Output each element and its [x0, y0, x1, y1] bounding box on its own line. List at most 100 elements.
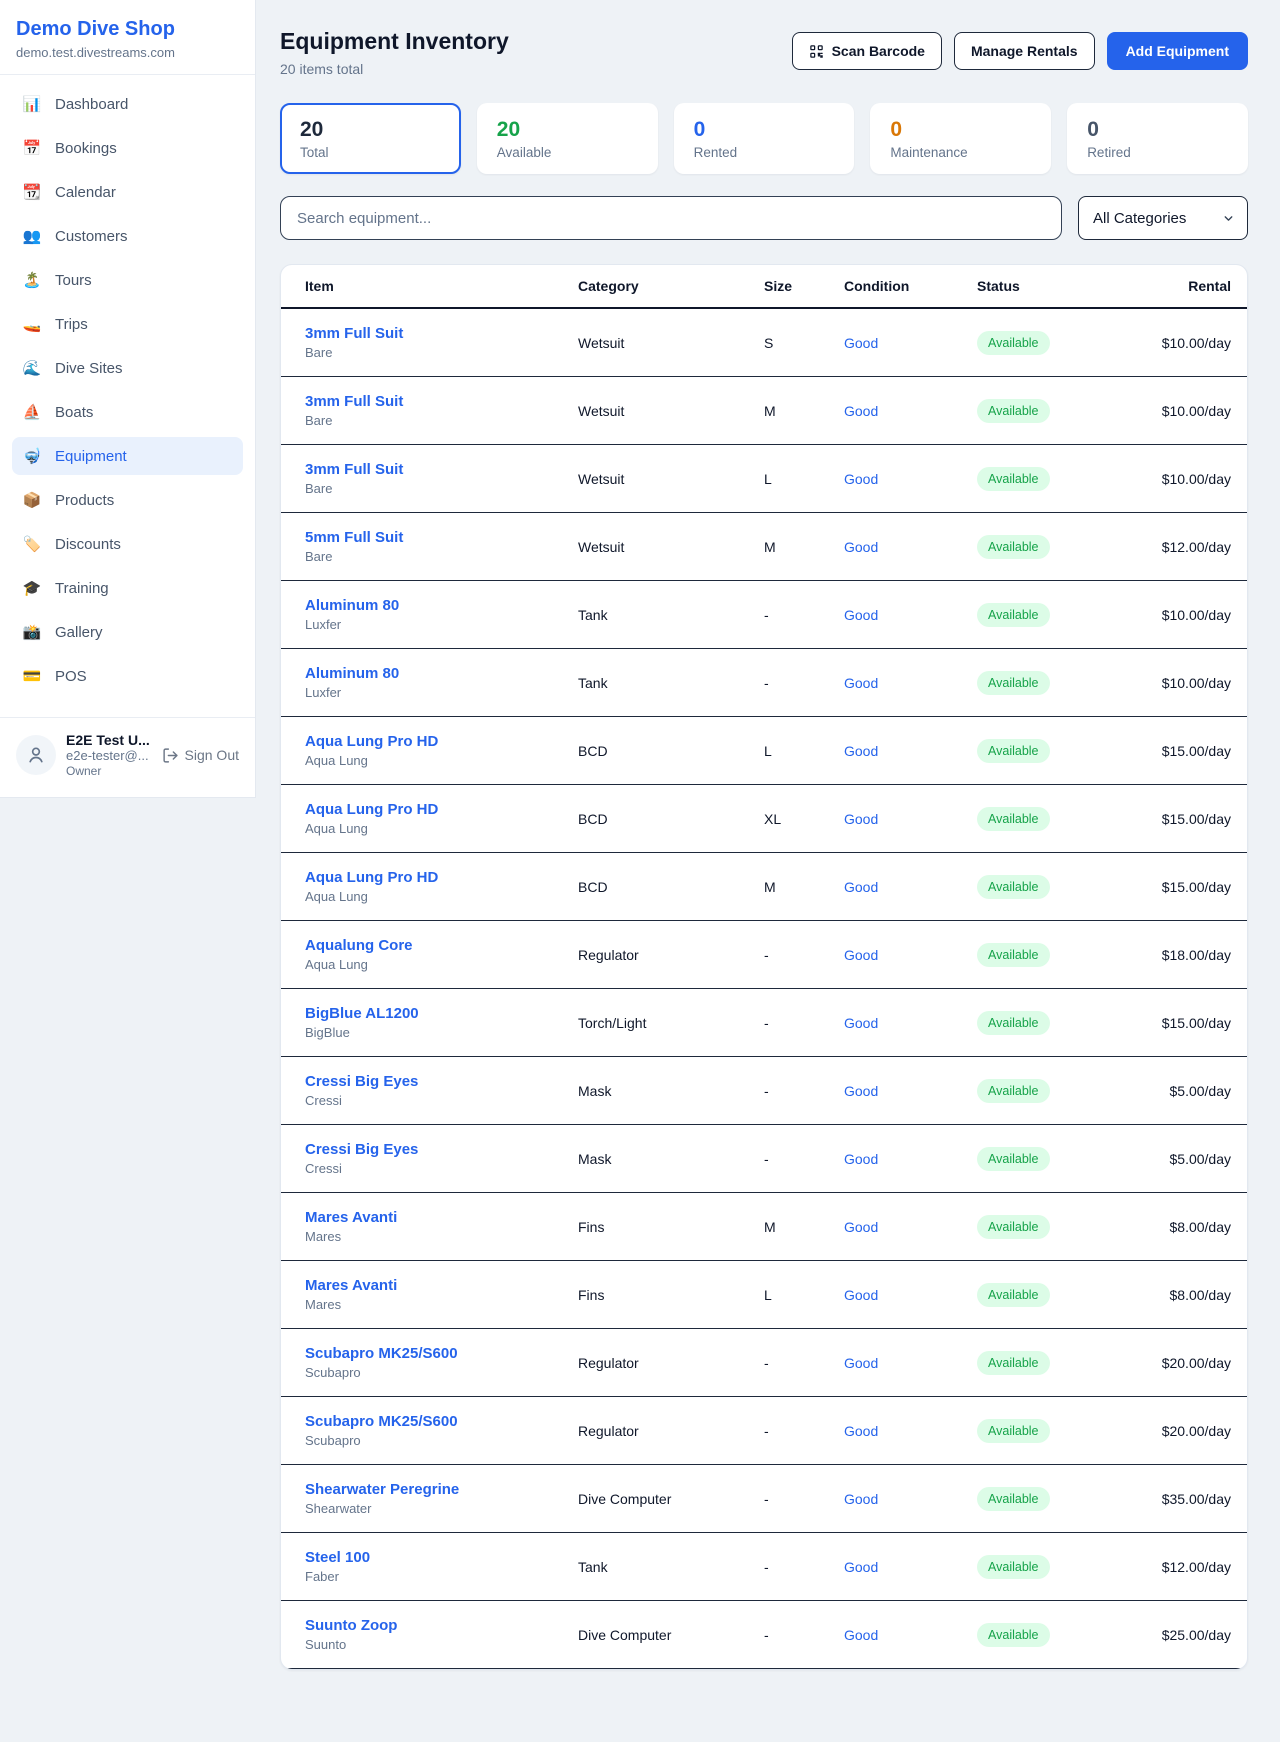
item-cell: Aqua Lung Pro HD Aqua Lung — [305, 869, 578, 904]
condition-link[interactable]: Good — [844, 675, 878, 691]
item-link[interactable]: Mares Avanti — [305, 1277, 397, 1294]
user-role: Owner — [66, 764, 152, 778]
item-link[interactable]: Aluminum 80 — [305, 665, 399, 682]
sidebar-item-discounts[interactable]: 🏷️ Discounts — [12, 525, 243, 563]
item-link[interactable]: Cressi Big Eyes — [305, 1073, 418, 1090]
stat-card-maintenance[interactable]: 0 Maintenance — [870, 103, 1051, 174]
item-link[interactable]: Scubapro MK25/S600 — [305, 1413, 458, 1430]
user-meta: E2E Test U... e2e-tester@... Owner — [66, 732, 152, 778]
item-cell: Shearwater Peregrine Shearwater — [305, 1481, 578, 1516]
sidebar-item-trips[interactable]: 🚤 Trips — [12, 305, 243, 343]
item-brand: Bare — [305, 549, 578, 564]
category-select[interactable]: All Categories — [1078, 196, 1248, 240]
stat-card-rented[interactable]: 0 Rented — [674, 103, 855, 174]
table-row: Aqua Lung Pro HD Aqua Lung BCD XL Good A… — [281, 785, 1247, 853]
stat-label: Total — [300, 145, 441, 160]
item-link[interactable]: 3mm Full Suit — [305, 325, 403, 342]
condition-link[interactable]: Good — [844, 403, 878, 419]
table-row: Mares Avanti Mares Fins L Good Available… — [281, 1261, 1247, 1329]
item-link[interactable]: 3mm Full Suit — [305, 461, 403, 478]
item-link[interactable]: 3mm Full Suit — [305, 393, 403, 410]
stat-value: 0 — [1087, 118, 1228, 142]
col-category: Category — [578, 278, 764, 294]
condition-link[interactable]: Good — [844, 471, 878, 487]
sidebar-item-customers[interactable]: 👥 Customers — [12, 217, 243, 255]
item-brand: BigBlue — [305, 1025, 578, 1040]
sidebar-item-bookings[interactable]: 📅 Bookings — [12, 129, 243, 167]
item-link[interactable]: Aqua Lung Pro HD — [305, 801, 438, 818]
condition-link[interactable]: Good — [844, 1083, 878, 1099]
table-row: Mares Avanti Mares Fins M Good Available… — [281, 1193, 1247, 1261]
rental-cell: $10.00/day — [1127, 471, 1231, 487]
condition-link[interactable]: Good — [844, 1151, 878, 1167]
item-cell: BigBlue AL1200 BigBlue — [305, 1005, 578, 1040]
rental-cell: $20.00/day — [1127, 1355, 1231, 1371]
condition-link[interactable]: Good — [844, 743, 878, 759]
item-brand: Luxfer — [305, 617, 578, 632]
condition-link[interactable]: Good — [844, 1287, 878, 1303]
item-link[interactable]: Shearwater Peregrine — [305, 1481, 459, 1498]
condition-cell: Good — [844, 1423, 977, 1439]
sidebar-item-dashboard[interactable]: 📊 Dashboard — [12, 85, 243, 123]
sidebar-item-calendar[interactable]: 📆 Calendar — [12, 173, 243, 211]
item-link[interactable]: Mares Avanti — [305, 1209, 397, 1226]
condition-link[interactable]: Good — [844, 539, 878, 555]
condition-cell: Good — [844, 1083, 977, 1099]
item-link[interactable]: 5mm Full Suit — [305, 529, 403, 546]
condition-link[interactable]: Good — [844, 947, 878, 963]
table-row: Aluminum 80 Luxfer Tank - Good Available… — [281, 581, 1247, 649]
size-cell: XL — [764, 811, 844, 827]
item-link[interactable]: Suunto Zoop — [305, 1617, 397, 1634]
condition-link[interactable]: Good — [844, 1627, 878, 1643]
sidebar-item-equipment[interactable]: 🤿 Equipment — [12, 437, 243, 475]
search-input[interactable] — [280, 196, 1062, 240]
stat-card-available[interactable]: 20 Available — [477, 103, 658, 174]
item-link[interactable]: Steel 100 — [305, 1549, 370, 1566]
condition-link[interactable]: Good — [844, 1559, 878, 1575]
item-link[interactable]: BigBlue AL1200 — [305, 1005, 419, 1022]
sidebar-item-pos[interactable]: 💳 POS — [12, 657, 243, 695]
add-equipment-button[interactable]: Add Equipment — [1107, 32, 1248, 70]
item-link[interactable]: Cressi Big Eyes — [305, 1141, 418, 1158]
size-cell: - — [764, 607, 844, 623]
stat-label: Retired — [1087, 145, 1228, 160]
item-brand: Aqua Lung — [305, 821, 578, 836]
condition-link[interactable]: Good — [844, 1491, 878, 1507]
condition-link[interactable]: Good — [844, 1219, 878, 1235]
item-link[interactable]: Aluminum 80 — [305, 597, 399, 614]
rental-cell: $12.00/day — [1127, 1559, 1231, 1575]
condition-link[interactable]: Good — [844, 811, 878, 827]
item-cell: Suunto Zoop Suunto — [305, 1617, 578, 1652]
stat-card-total[interactable]: 20 Total — [280, 103, 461, 174]
size-cell: L — [764, 743, 844, 759]
sidebar-item-products[interactable]: 📦 Products — [12, 481, 243, 519]
item-link[interactable]: Aqua Lung Pro HD — [305, 869, 438, 886]
condition-link[interactable]: Good — [844, 1423, 878, 1439]
sign-out-button[interactable]: Sign Out — [162, 747, 239, 764]
stat-card-retired[interactable]: 0 Retired — [1067, 103, 1248, 174]
scan-barcode-button[interactable]: Scan Barcode — [792, 32, 942, 70]
category-cell: Dive Computer — [578, 1491, 764, 1507]
manage-rentals-button[interactable]: Manage Rentals — [954, 32, 1095, 70]
item-brand: Aqua Lung — [305, 889, 578, 904]
condition-link[interactable]: Good — [844, 335, 878, 351]
item-link[interactable]: Aqua Lung Pro HD — [305, 733, 438, 750]
condition-link[interactable]: Good — [844, 1015, 878, 1031]
rental-cell: $10.00/day — [1127, 403, 1231, 419]
table-row: 5mm Full Suit Bare Wetsuit M Good Availa… — [281, 513, 1247, 581]
item-cell: Aqua Lung Pro HD Aqua Lung — [305, 733, 578, 768]
item-link[interactable]: Scubapro MK25/S600 — [305, 1345, 458, 1362]
item-link[interactable]: Aqualung Core — [305, 937, 413, 954]
sidebar-item-boats[interactable]: ⛵ Boats — [12, 393, 243, 431]
condition-link[interactable]: Good — [844, 607, 878, 623]
status-cell: Available — [977, 1079, 1127, 1103]
nav-icon: 🏝️ — [22, 273, 42, 288]
sidebar-item-dive-sites[interactable]: 🌊 Dive Sites — [12, 349, 243, 387]
condition-link[interactable]: Good — [844, 879, 878, 895]
sidebar-item-tours[interactable]: 🏝️ Tours — [12, 261, 243, 299]
sidebar-item-training[interactable]: 🎓 Training — [12, 569, 243, 607]
item-brand: Mares — [305, 1229, 578, 1244]
stat-value: 0 — [694, 118, 835, 142]
condition-link[interactable]: Good — [844, 1355, 878, 1371]
sidebar-item-gallery[interactable]: 📸 Gallery — [12, 613, 243, 651]
